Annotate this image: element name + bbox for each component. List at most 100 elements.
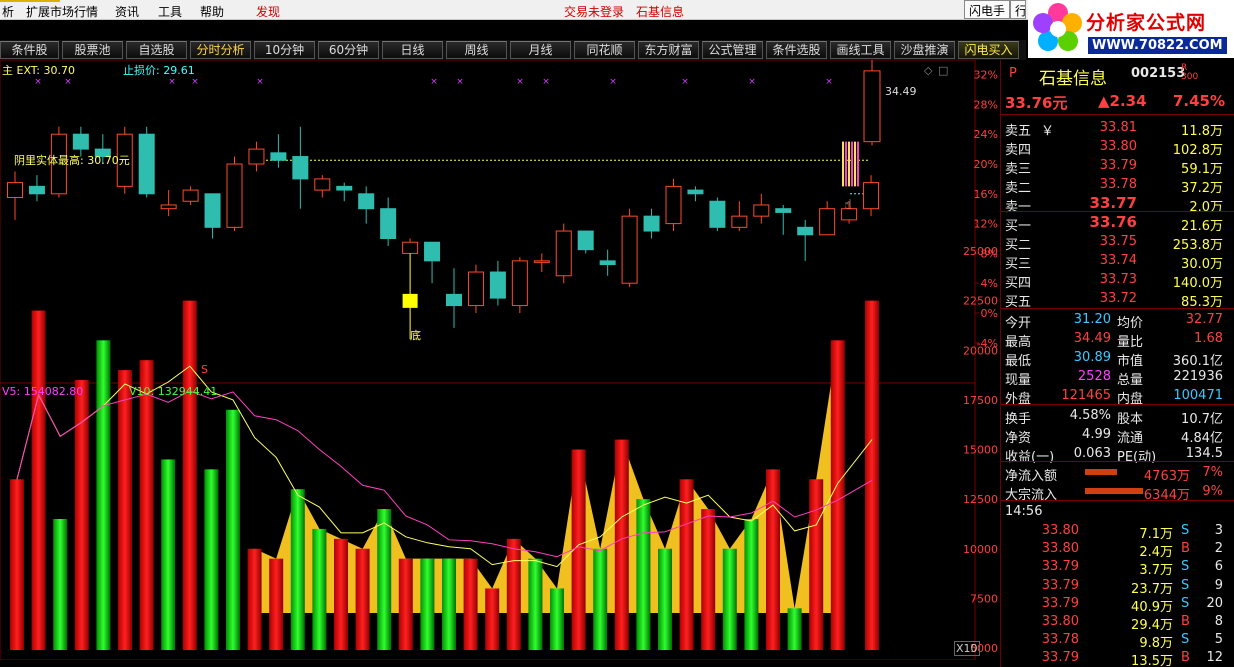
tab-2[interactable]: 自选股 xyxy=(126,41,187,59)
tick-row[interactable]: 33.79 23.7万 S 9 xyxy=(1001,576,1234,597)
stat-row[interactable]: 今开 31.20 均价 32.77 xyxy=(1001,310,1234,331)
menu-news[interactable]: 资讯 xyxy=(115,3,139,19)
tab-1[interactable]: 股票池 xyxy=(62,41,123,59)
menu-help[interactable]: 帮助 xyxy=(200,3,224,19)
ask-row[interactable]: 卖三 33.79 59.1万 xyxy=(1001,156,1234,177)
tab-6[interactable]: 日线 xyxy=(382,41,443,59)
volume-bar xyxy=(53,518,68,650)
tab-3[interactable]: 分时分析 xyxy=(190,41,251,59)
candle-body xyxy=(467,271,484,307)
tab-4[interactable]: 10分钟 xyxy=(254,41,315,59)
volume-bar xyxy=(269,558,284,650)
tab-7[interactable]: 周线 xyxy=(446,41,507,59)
trade-login-status[interactable]: 交易未登录 xyxy=(564,3,624,19)
fund-row[interactable]: 换手 4.58% 股本 10.7亿 xyxy=(1001,406,1234,427)
top-x-marker: × xyxy=(456,77,464,87)
title-accent-line xyxy=(0,0,60,2)
diamond-icon[interactable]: ◇ xyxy=(924,64,932,77)
bid-row[interactable]: 买四 33.73 140.0万 xyxy=(1001,270,1234,291)
tab-13[interactable]: 画线工具 xyxy=(830,41,891,59)
top-x-marker: × xyxy=(168,77,176,87)
fund-value: 4.58% xyxy=(1069,408,1111,423)
bid-price: 33.76 xyxy=(1089,213,1137,231)
tab-9[interactable]: 同花顺 xyxy=(574,41,635,59)
tick-row[interactable]: 33.80 2.4万 B 2 xyxy=(1001,539,1234,560)
volume-axis-label: 17500 xyxy=(963,394,998,407)
fund-row[interactable]: 净资 4.99 流通 4.84亿 xyxy=(1001,425,1234,446)
candle-body xyxy=(7,182,23,199)
candle-body xyxy=(138,133,155,195)
tick-row[interactable]: 33.79 3.7万 S 6 xyxy=(1001,557,1234,578)
square-icon[interactable]: □ xyxy=(938,64,948,77)
s-signal-label: S xyxy=(201,363,208,376)
logo-title: 分析家公式网 xyxy=(1086,12,1207,34)
tab-8[interactable]: 月线 xyxy=(510,41,571,59)
stock-header[interactable]: P 石基信息 002153 R 300 xyxy=(1001,64,1234,90)
tab-15[interactable]: 闪电买入 xyxy=(958,41,1019,59)
candle-body xyxy=(248,148,265,165)
stat-row[interactable]: 最高 34.49 量比 1.68 xyxy=(1001,329,1234,350)
flow-row[interactable]: 净流入额 4763万 7% xyxy=(1001,463,1234,484)
candle-body xyxy=(28,185,45,195)
bid-row[interactable]: 买三 33.74 30.0万 xyxy=(1001,251,1234,272)
volume-axis-label: 22500 xyxy=(963,295,998,308)
flower-logo-icon xyxy=(1033,3,1082,51)
price-row[interactable]: 33.76元 ▲2.34 7.45% xyxy=(1001,92,1234,112)
bid-price: 33.74 xyxy=(1099,253,1137,268)
candle-body xyxy=(797,226,814,236)
ask-row[interactable]: 卖五 33.81 11.8万 ￥ xyxy=(1001,118,1234,139)
candle-body xyxy=(380,208,397,239)
candle-body xyxy=(731,215,748,228)
separator xyxy=(1001,404,1234,405)
tab-14[interactable]: 沙盘推演 xyxy=(894,41,955,59)
tick-price: 33.79 xyxy=(1041,577,1079,593)
volume-bar xyxy=(679,479,694,650)
candle-body xyxy=(160,204,177,210)
tick-time-row[interactable]: 14:56 xyxy=(1001,502,1234,521)
fund-value: 4.99 xyxy=(1082,427,1111,442)
tick-row[interactable]: 33.80 29.4万 B 8 xyxy=(1001,612,1234,633)
tab-10[interactable]: 东方财富 xyxy=(638,41,699,59)
top-x-marker: × xyxy=(191,77,199,87)
tab-0[interactable]: 条件股 xyxy=(0,41,59,59)
tick-row[interactable]: 33.79 13.5万 B 12 xyxy=(1001,648,1234,667)
tick-row[interactable]: 33.80 7.1万 S 3 xyxy=(1001,521,1234,542)
tab-11[interactable]: 公式管理 xyxy=(702,41,763,59)
stat-row[interactable]: 现量 2528 总量 221936 xyxy=(1001,367,1234,388)
volume-axis-label: 25000 xyxy=(963,245,998,258)
tick-count: 5 xyxy=(1214,632,1223,648)
stat-row[interactable]: 外盘 121465 内盘 100471 xyxy=(1001,386,1234,407)
top-x-marker: × xyxy=(748,77,756,87)
tab-12[interactable]: 条件选股 xyxy=(766,41,827,59)
volume-bar xyxy=(74,380,89,650)
ask-price: 33.81 xyxy=(1099,120,1137,135)
volume-bar xyxy=(442,558,456,650)
ask-row[interactable]: 卖二 33.78 37.2万 xyxy=(1001,175,1234,196)
menu-analysis[interactable]: 析 xyxy=(2,3,14,19)
bid-row[interactable]: 买二 33.75 253.8万 xyxy=(1001,232,1234,253)
bid-row[interactable]: 买一 33.76 21.6万 xyxy=(1001,213,1234,234)
ask-row[interactable]: 卖四 33.80 102.8万 xyxy=(1001,137,1234,158)
flash-trade-button[interactable]: 闪电手 xyxy=(964,0,1011,19)
signal-stripe xyxy=(845,141,847,187)
menu-discover[interactable]: 发现 xyxy=(256,3,280,19)
tick-row[interactable]: 33.78 9.8万 S 5 xyxy=(1001,630,1234,651)
tab-5[interactable]: 60分钟 xyxy=(318,41,379,59)
flash-trade-extra-button[interactable]: 行 xyxy=(1010,0,1026,19)
volume-bar xyxy=(182,300,197,650)
stat-row[interactable]: 最低 30.89 市值 360.1亿 xyxy=(1001,348,1234,369)
bid-row[interactable]: 买五 33.72 85.3万 xyxy=(1001,289,1234,310)
menu-extended-market[interactable]: 扩展市场行情 xyxy=(26,3,98,19)
volume-bar xyxy=(420,558,435,650)
zoom-x10-button[interactable]: X10 xyxy=(954,641,980,656)
kline-chart-svg[interactable]: 36%32%28%24%20%16%12%8%4%0%-4%2500022500… xyxy=(0,60,1000,660)
candle-body xyxy=(314,178,331,191)
volume-bar xyxy=(809,479,824,650)
menu-tools[interactable]: 工具 xyxy=(158,3,182,19)
tick-row[interactable]: 33.79 40.9万 S 20 xyxy=(1001,594,1234,615)
tick-side: S xyxy=(1181,559,1190,575)
tick-side: S xyxy=(1181,523,1190,538)
volume-bar xyxy=(701,509,716,650)
tick-price: 33.79 xyxy=(1041,595,1079,611)
signal-stripe xyxy=(848,141,850,187)
